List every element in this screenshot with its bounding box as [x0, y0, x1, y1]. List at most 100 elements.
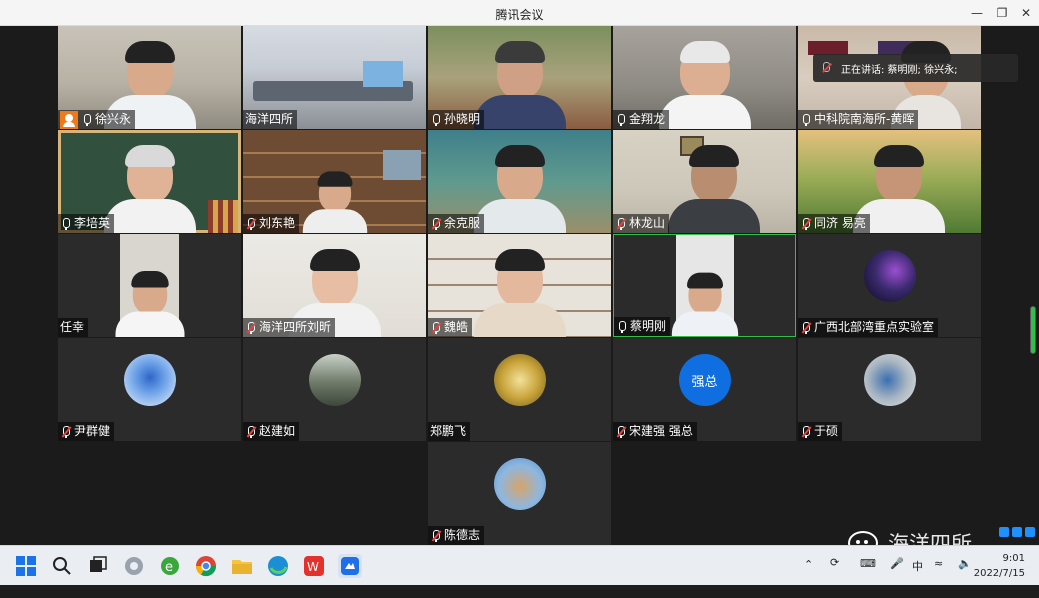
mic-muted-icon	[245, 425, 257, 439]
folder-icon[interactable]	[230, 554, 254, 578]
host-icon	[60, 110, 78, 129]
participant-name: 徐兴永	[95, 112, 132, 126]
svg-text:e: e	[165, 560, 173, 575]
edge-old-icon[interactable]	[122, 554, 146, 578]
video-tile[interactable]: 任幸	[58, 234, 241, 337]
video-tile[interactable]: 赵建如	[243, 338, 426, 441]
avatar	[863, 354, 916, 406]
participant-name: 尹群健	[74, 424, 111, 438]
participant-name: 金翔龙	[629, 112, 666, 126]
wall-painting	[808, 41, 848, 55]
video-tile[interactable]: 刘东艳	[243, 130, 426, 233]
keyboard-icon[interactable]: ⌨	[860, 557, 876, 597]
mic-muted-icon	[615, 425, 627, 439]
participant-name: 于硕	[814, 424, 839, 438]
svg-text:W: W	[307, 560, 319, 574]
window-image	[383, 150, 421, 180]
video-tile[interactable]: 李培英	[58, 130, 241, 233]
mic-icon	[430, 113, 442, 127]
taskview-icon[interactable]	[86, 554, 110, 578]
restore-button[interactable]: ❐	[991, 3, 1013, 23]
bookshelf	[208, 200, 238, 233]
avatar	[308, 354, 361, 406]
mic-icon	[800, 113, 812, 127]
participant-video	[115, 271, 184, 337]
active-speaker-banner: 正在讲话: 蔡明刚; 徐兴永;	[813, 54, 1018, 82]
taskbar-clock[interactable]: 9:01 2022/7/15	[974, 551, 1025, 581]
participant-name: 余克服	[444, 216, 481, 230]
microphone-icon[interactable]: 🎤	[890, 557, 904, 597]
mic-muted-icon	[245, 321, 257, 335]
participant-name: 任幸	[60, 320, 85, 334]
participant-name: 刘东艳	[259, 216, 296, 230]
video-tile[interactable]: 广西北部湾重点实验室	[798, 234, 981, 337]
mic-icon	[616, 320, 628, 334]
video-tile[interactable]: 于硕	[798, 338, 981, 441]
volume-icon[interactable]: 🔈	[958, 557, 972, 597]
video-tile[interactable]: 余克服	[428, 130, 611, 233]
participant-name: 同济 易亮	[814, 216, 866, 230]
participant-video	[473, 145, 566, 233]
participant-name: 赵建如	[259, 424, 296, 438]
taskbar: e W ⌃ ⟳ ⌨ 🎤 中 ≈ 🔈 9:01 2022/7/15	[0, 545, 1039, 585]
video-tile[interactable]: 强总 宋建强 强总	[613, 338, 796, 441]
video-tile[interactable]: 同济 易亮	[798, 130, 981, 233]
video-tile[interactable]: 郑鹏飞	[428, 338, 611, 441]
avatar	[493, 458, 546, 510]
participant-video	[302, 171, 367, 233]
mic-icon	[60, 217, 72, 231]
ie-icon[interactable]: e	[158, 554, 182, 578]
clock-date: 2022/7/15	[973, 568, 1025, 579]
participant-video	[473, 41, 566, 129]
mic-icon	[615, 113, 627, 127]
edge-icon[interactable]	[266, 554, 290, 578]
participant-name: 中科院南海所-黄晖	[814, 112, 915, 126]
ime-indicator[interactable]: 中	[912, 558, 923, 598]
mic-icon	[81, 113, 93, 127]
video-tile[interactable]: 林龙山	[613, 130, 796, 233]
participant-video	[103, 145, 196, 233]
avatar	[493, 354, 546, 406]
mic-muted-icon	[615, 217, 627, 231]
watermark-badge	[999, 527, 1035, 537]
wifi-icon[interactable]: ≈	[934, 557, 943, 597]
start-icon[interactable]	[14, 554, 38, 578]
participant-name: 海洋四所刘昕	[259, 320, 332, 334]
video-tile[interactable]: 孙晓明	[428, 26, 611, 129]
tencent-meeting-icon[interactable]	[338, 554, 362, 578]
close-button[interactable]: ✕	[1015, 3, 1037, 23]
search-icon[interactable]	[50, 554, 74, 578]
wps-icon[interactable]: W	[302, 554, 326, 578]
mic-icon	[821, 62, 831, 74]
tray-chevron-icon[interactable]: ⌃	[804, 558, 813, 598]
chrome-icon[interactable]	[194, 554, 218, 578]
video-tile[interactable]: 陈德志	[428, 442, 611, 545]
mic-muted-icon	[800, 321, 812, 335]
network-sync-icon[interactable]: ⟳	[830, 556, 839, 596]
video-tile[interactable]: 金翔龙	[613, 26, 796, 129]
video-tile-active-speaker[interactable]: 蔡明刚	[613, 234, 796, 337]
participant-name: 陈德志	[444, 528, 481, 542]
avatar-initials: 强总	[678, 354, 731, 406]
participant-video	[473, 249, 566, 337]
participant-video	[667, 145, 760, 233]
audio-level-indicator	[1030, 306, 1036, 354]
participant-name: 广西北部湾重点实验室	[814, 320, 935, 334]
participant-name: 李培英	[74, 216, 111, 230]
video-tile[interactable]: 魏皓	[428, 234, 611, 337]
video-tile[interactable]: 海洋四所刘昕	[243, 234, 426, 337]
participant-name: 郑鹏飞	[430, 424, 467, 438]
mic-muted-icon	[430, 529, 442, 543]
video-tile[interactable]: 徐兴永	[58, 26, 241, 129]
participant-name: 宋建强 强总	[629, 424, 693, 438]
video-tile[interactable]: 尹群健	[58, 338, 241, 441]
clock-time: 9:01	[1002, 553, 1025, 564]
video-tile[interactable]: 海洋四所	[243, 26, 426, 129]
participant-name: 孙晓明	[444, 112, 481, 126]
mic-muted-icon	[430, 217, 442, 231]
participant-name: 魏皓	[444, 320, 469, 334]
participant-name: 蔡明刚	[630, 319, 667, 333]
minimize-button[interactable]: —	[966, 3, 988, 23]
participant-video	[671, 272, 738, 336]
mic-muted-icon	[800, 425, 812, 439]
